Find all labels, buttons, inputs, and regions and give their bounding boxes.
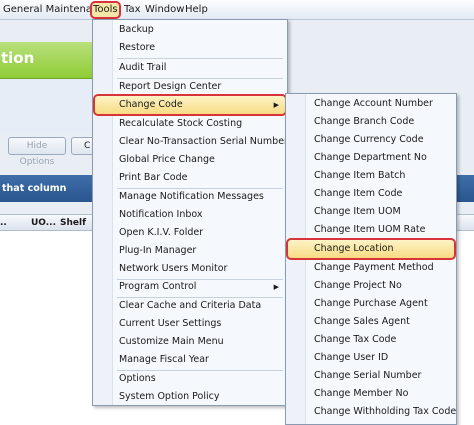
menu-item-system-option-policy[interactable]: System Option Policy [95, 388, 285, 406]
menu-item-backup[interactable]: Backup [95, 21, 285, 39]
submenu-item-change-account-number[interactable]: Change Account Number [288, 95, 454, 113]
menu-item-customize-main-menu[interactable]: Customize Main Menu [95, 333, 285, 351]
group-by-text: that column [2, 183, 67, 194]
submenu-item-change-member-no[interactable]: Change Member No [288, 385, 454, 403]
toolbar-area [0, 79, 96, 134]
tools-menu: Backup Restore Audit Trail Report Design… [92, 19, 293, 406]
menu-help[interactable]: Help [184, 3, 209, 17]
submenu-arrow-icon: ▶ [273, 283, 279, 291]
submenu-item-change-department-no[interactable]: Change Department No [288, 149, 454, 167]
submenu-item-change-purchase-agent[interactable]: Change Purchase Agent [288, 295, 454, 313]
menu-item-audit-trail[interactable]: Audit Trail [95, 59, 285, 77]
menu-item-options[interactable]: Options [95, 370, 285, 388]
submenu-item-change-sales-agent[interactable]: Change Sales Agent [288, 313, 454, 331]
banner-title: tion [1, 49, 35, 67]
menu-item-recalculate-stock-costing[interactable]: Recalculate Stock Costing [95, 115, 285, 133]
menu-item-clear-cache[interactable]: Clear Cache and Criteria Data [95, 297, 285, 315]
menu-item-change-code[interactable]: Change Code ▶ [93, 94, 287, 116]
submenu-item-change-tax-code[interactable]: Change Tax Code [288, 331, 454, 349]
menu-item-program-control[interactable]: Program Control ▶ [95, 278, 285, 296]
page-banner: tion [0, 42, 96, 79]
change-code-submenu: Change Account Number Change Branch Code… [285, 93, 457, 425]
menu-item-notification-inbox[interactable]: Notification Inbox [95, 206, 285, 224]
submenu-item-change-payment-method[interactable]: Change Payment Method [288, 259, 454, 277]
menu-item-report-design-center[interactable]: Report Design Center [95, 78, 285, 96]
submenu-item-change-item-uom-rate[interactable]: Change Item UOM Rate [288, 221, 454, 239]
submenu-item-change-currency-code[interactable]: Change Currency Code [288, 131, 454, 149]
grid-column-uom[interactable]: UO... [31, 218, 56, 228]
menu-item-program-control-label: Program Control [119, 281, 197, 292]
submenu-item-change-project-no[interactable]: Change Project No [288, 277, 454, 295]
submenu-item-change-withholding-tax-code[interactable]: Change Withholding Tax Code [288, 403, 456, 421]
menu-window[interactable]: Window [144, 3, 185, 17]
menu-item-manage-fiscal-year[interactable]: Manage Fiscal Year [95, 351, 285, 369]
menu-tools[interactable]: Tools [90, 1, 121, 19]
menu-item-open-kiv-folder[interactable]: Open K.I.V. Folder [95, 224, 285, 242]
menu-tax[interactable]: Tax [123, 3, 142, 17]
menu-item-change-code-label: Change Code [119, 99, 183, 110]
grid-column-dots[interactable]: .. [0, 218, 7, 228]
menu-item-network-users-monitor[interactable]: Network Users Monitor [95, 260, 285, 278]
menu-item-plug-in-manager[interactable]: Plug-In Manager [95, 242, 285, 260]
grid-column-shelf[interactable]: Shelf [60, 218, 86, 228]
menu-item-manage-notification-messages[interactable]: Manage Notification Messages [95, 188, 285, 206]
menu-item-restore[interactable]: Restore [95, 39, 285, 57]
submenu-item-change-item-uom[interactable]: Change Item UOM [288, 203, 454, 221]
submenu-item-change-item-batch[interactable]: Change Item Batch [288, 167, 454, 185]
menu-item-current-user-settings[interactable]: Current User Settings [95, 315, 285, 333]
menu-item-print-bar-code[interactable]: Print Bar Code [95, 169, 285, 187]
menu-item-global-price-change[interactable]: Global Price Change [95, 151, 285, 169]
menu-item-clear-serial-numbers[interactable]: Clear No-Transaction Serial Numbers [95, 133, 293, 151]
menu-bar: General Maintenance Tools Tax Window Hel… [0, 0, 474, 20]
submenu-item-change-item-code[interactable]: Change Item Code [288, 185, 454, 203]
submenu-item-change-serial-number[interactable]: Change Serial Number [288, 367, 454, 385]
submenu-item-change-location[interactable]: Change Location [286, 238, 456, 260]
submenu-arrow-icon: ▶ [273, 101, 279, 109]
submenu-item-change-branch-code[interactable]: Change Branch Code [288, 113, 454, 131]
hide-options-button[interactable]: Hide Options [8, 137, 66, 167]
submenu-item-change-user-id[interactable]: Change User ID [288, 349, 454, 367]
